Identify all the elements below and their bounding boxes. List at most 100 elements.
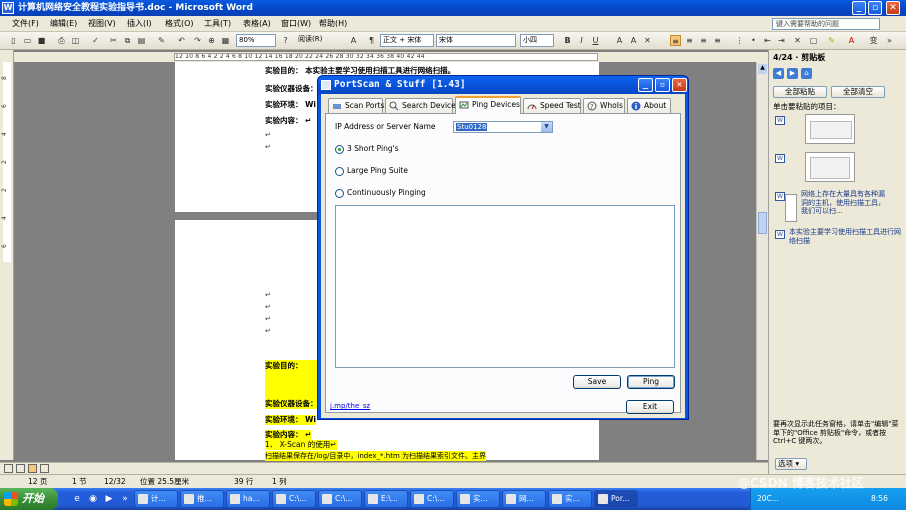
word-app-icon[interactable]: W — [2, 2, 14, 14]
redo-icon[interactable]: ↷ — [192, 35, 203, 46]
undo-icon[interactable]: ↶ — [176, 35, 187, 46]
font-color-icon[interactable]: A — [846, 35, 857, 46]
copy-icon[interactable]: ⧉ — [122, 35, 133, 46]
clear-all-button[interactable]: 全部清空 — [831, 86, 885, 98]
hyperlink-icon[interactable]: ⊕ — [206, 35, 217, 46]
zoom-select[interactable]: 80% — [236, 34, 276, 47]
help-search-input[interactable]: 键入需要帮助的问题 — [772, 18, 880, 30]
chevron-down-icon[interactable]: ▼ — [541, 122, 552, 132]
char-scale-icon[interactable]: ✕ — [642, 35, 653, 46]
phonetic-icon[interactable]: 变 — [868, 35, 879, 46]
dialog-maximize-button[interactable]: ▫ — [655, 78, 670, 92]
char-shading-icon[interactable]: A — [628, 35, 639, 46]
home-icon[interactable]: ⌂ — [801, 68, 812, 79]
underline-icon[interactable]: U — [590, 35, 601, 46]
taskbar-task[interactable]: C:\... — [272, 490, 316, 508]
option-label[interactable]: 3 Short Ping's — [347, 144, 399, 154]
border-icon[interactable]: ▢ — [808, 35, 819, 46]
minimize-button[interactable]: _ — [852, 1, 866, 15]
paste-icon[interactable]: ▤ — [136, 35, 147, 46]
style-select[interactable]: 正文 + 宋体 — [380, 34, 434, 47]
dialog-title-bar[interactable]: PortScan & Stuff [1.43] _ ▫ ✕ — [318, 76, 688, 94]
print-icon[interactable]: ⎙ — [56, 35, 67, 46]
dialog-minimize-button[interactable]: _ — [638, 78, 653, 92]
justify-icon[interactable]: ≡ — [712, 35, 723, 46]
format-painter-icon[interactable]: ✎ — [156, 35, 167, 46]
ping-output-area[interactable] — [335, 205, 675, 368]
tab-whois[interactable]: ? WhoIs — [583, 98, 625, 113]
open-icon[interactable]: ▭ — [22, 35, 33, 46]
maximize-button[interactable]: ▫ — [868, 1, 882, 15]
cut-icon[interactable]: ✂ — [108, 35, 119, 46]
menu-window[interactable]: 窗口(W) — [281, 18, 311, 30]
preview-icon[interactable]: ◫ — [70, 35, 81, 46]
char-scaling-icon[interactable]: ✕ — [792, 35, 803, 46]
align-right-icon[interactable]: ≡ — [698, 35, 709, 46]
taskbar-task[interactable]: E:\... — [364, 490, 408, 508]
increase-indent-icon[interactable]: ⇥ — [776, 35, 787, 46]
save-button[interactable]: Save — [573, 375, 621, 389]
website-link[interactable]: j.mp/the_sz — [330, 402, 370, 410]
media-icon[interactable]: ▶ — [102, 492, 116, 506]
ie-icon[interactable]: e — [70, 492, 84, 506]
italic-icon[interactable]: I — [576, 35, 587, 46]
bullets-icon[interactable]: • — [748, 35, 759, 46]
numbering-icon[interactable]: ⋮ — [734, 35, 745, 46]
new-doc-icon[interactable]: ▯ — [8, 35, 19, 46]
option-label[interactable]: Large Ping Suite — [347, 166, 408, 176]
styles-icon[interactable]: A — [348, 35, 359, 46]
clipboard-item[interactable]: W 网络上存在大量具有各种漏洞的主机，使用扫描工具，我们可以扫... — [775, 190, 901, 226]
taskbar-task[interactable]: 推... — [180, 490, 224, 508]
tab-speed-test[interactable]: Speed Test — [523, 98, 581, 113]
tab-ping-devices[interactable]: Ping Devices — [455, 96, 521, 114]
toolbar-options-icon[interactable]: » — [884, 35, 895, 46]
start-button[interactable]: 开始 — [0, 488, 58, 510]
font-select[interactable]: 宋体 — [436, 34, 516, 47]
spellcheck-icon[interactable]: ✓ — [90, 35, 101, 46]
radio-large-ping-suite[interactable] — [335, 167, 344, 176]
radio-continuously-pinging[interactable] — [335, 189, 344, 198]
exit-button[interactable]: Exit — [626, 400, 674, 414]
clipboard-item[interactable]: W — [775, 152, 901, 184]
tab-search-devices[interactable]: Search Devices — [385, 98, 460, 113]
web-view-icon[interactable] — [16, 464, 25, 473]
table-icon[interactable]: ▦ — [220, 35, 231, 46]
save-icon[interactable]: ■ — [36, 35, 47, 46]
read-mode-button[interactable]: 阅读(R) — [296, 34, 340, 47]
align-left-icon[interactable]: ≡ — [670, 35, 681, 46]
vertical-scrollbar[interactable]: ▲ — [756, 62, 768, 460]
taskbar-task[interactable]: 实... — [548, 490, 592, 508]
clock[interactable]: 8:56 — [871, 488, 888, 510]
menu-file[interactable]: 文件(F) — [12, 18, 39, 30]
menu-format[interactable]: 格式(O) — [165, 18, 194, 30]
font-size-select[interactable]: 小四 — [520, 34, 554, 47]
tab-scan-ports[interactable]: Scan Ports — [328, 98, 384, 113]
dialog-close-button[interactable]: ✕ — [672, 78, 687, 92]
help-icon[interactable]: ? — [280, 35, 291, 46]
forward-icon[interactable]: ▶ — [787, 68, 798, 79]
taskbar-task-portscan[interactable]: Por... — [594, 490, 638, 508]
tab-about[interactable]: About — [627, 98, 671, 113]
menu-table[interactable]: 表格(A) — [243, 18, 271, 30]
menu-tools[interactable]: 工具(T) — [204, 18, 231, 30]
menu-insert[interactable]: 插入(I) — [127, 18, 152, 30]
clipboard-item[interactable]: W — [775, 114, 901, 146]
radio-3-short-pings[interactable] — [335, 145, 344, 154]
decrease-indent-icon[interactable]: ⇤ — [762, 35, 773, 46]
menu-view[interactable]: 视图(V) — [88, 18, 116, 30]
ip-address-input[interactable]: Stu0128 ▼ — [453, 121, 553, 133]
quicklaunch-more-icon[interactable]: » — [118, 492, 132, 506]
taskbar-task[interactable]: C:\... — [318, 490, 362, 508]
normal-view-icon[interactable] — [4, 464, 13, 473]
styles-pane-icon[interactable]: ¶ — [366, 35, 377, 46]
option-label[interactable]: Continuously Pinging — [347, 188, 426, 198]
paste-all-button[interactable]: 全部粘贴 — [773, 86, 827, 98]
options-button[interactable]: 选项 ▾ — [775, 458, 807, 470]
ping-button[interactable]: Ping — [627, 375, 675, 389]
print-view-icon[interactable] — [28, 464, 37, 473]
char-border-icon[interactable]: A — [614, 35, 625, 46]
taskbar-task[interactable]: C:\... — [410, 490, 454, 508]
close-button[interactable]: ✕ — [886, 1, 900, 15]
highlight-icon[interactable]: ✎ — [826, 35, 837, 46]
back-icon[interactable]: ◀ — [773, 68, 784, 79]
